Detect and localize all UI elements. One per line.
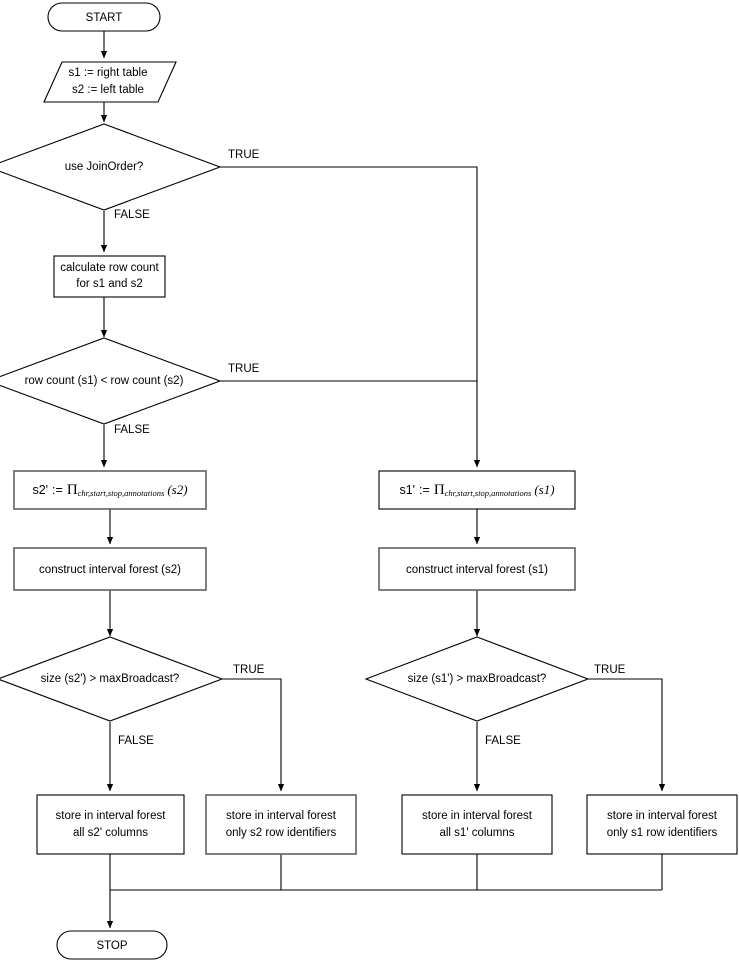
project-s2-lhs: s2' xyxy=(32,483,48,497)
store-s2-all-shape xyxy=(36,794,185,855)
node-size-s2-check[interactable]: size (s2') > maxBroadcast? xyxy=(0,636,224,722)
project-s2-assign: := xyxy=(52,483,63,497)
store-s2-ids-line2: only s2 row identifiers xyxy=(226,827,337,839)
start-label: START xyxy=(86,12,123,24)
node-compare-row-count[interactable]: row count (s1) < row count (s2) xyxy=(0,337,222,425)
label-joinorder-false: FALSE xyxy=(114,209,150,221)
node-construct-forest-s1[interactable]: construct interval forest (s1) xyxy=(378,547,576,591)
store-s1-all-shape xyxy=(401,794,553,855)
size-s2-label: size (s2') > maxBroadcast? xyxy=(41,673,180,685)
store-s2-all-line1: store in interval forest xyxy=(56,810,167,822)
stop-label: STOP xyxy=(96,940,127,952)
construct-forest-s1-label: construct interval forest (s1) xyxy=(406,564,548,576)
store-s2-ids-line1: store in interval forest xyxy=(226,810,337,822)
label-size-s2-false: FALSE xyxy=(118,735,154,747)
construct-forest-s2-label: construct interval forest (s2) xyxy=(39,564,181,576)
use-join-order-label: use JoinOrder? xyxy=(65,161,144,173)
node-store-s1-all[interactable]: store in interval forest all s1' columns xyxy=(401,794,553,855)
node-stop[interactable]: STOP xyxy=(56,930,168,960)
node-init-assignment[interactable]: s1 := right table s2 := left table xyxy=(43,61,177,103)
store-s1-ids-shape xyxy=(586,794,738,855)
compare-row-count-label: row count (s1) < row count (s2) xyxy=(25,375,184,387)
project-s1-argument: (s1) xyxy=(534,482,554,497)
label-rowcount-false: FALSE xyxy=(114,424,150,436)
project-s1-assign: := xyxy=(419,483,430,497)
node-store-s2-ids[interactable]: store in interval forest only s2 row ide… xyxy=(205,794,357,855)
node-construct-forest-s2[interactable]: construct interval forest (s2) xyxy=(13,547,207,591)
node-project-s2[interactable]: s2' := Πchr,start,stop,annotations (s2) xyxy=(13,470,207,510)
edge-joinorder-true xyxy=(220,166,481,468)
label-size-s2-true: TRUE xyxy=(233,664,265,676)
project-s1-operator: Π xyxy=(434,482,445,498)
store-s2-ids-shape xyxy=(205,794,357,855)
init-line1: s1 := right table xyxy=(69,67,148,79)
label-rowcount-true: TRUE xyxy=(228,363,260,375)
node-project-s1[interactable]: s1' := Πchr,start,stop,annotations (s1) xyxy=(378,470,576,510)
edge-size-s2-true xyxy=(222,678,285,792)
project-s1-subscript: chr,start,stop,annotations xyxy=(445,488,532,498)
flowchart-svg: START s1 := right table s2 := left table… xyxy=(0,2,738,960)
label-size-s1-true: TRUE xyxy=(594,664,626,676)
store-s1-all-line1: store in interval forest xyxy=(422,810,533,822)
project-s2-argument: (s2) xyxy=(167,482,187,497)
label-joinorder-true: TRUE xyxy=(228,149,260,161)
store-s1-ids-line2: only s1 row identifiers xyxy=(607,827,718,839)
node-store-s2-all[interactable]: store in interval forest all s2' columns xyxy=(36,794,185,855)
project-s2-operator: Π xyxy=(67,482,78,498)
store-s2-all-line2: all s2' columns xyxy=(73,827,148,839)
node-use-join-order[interactable]: use JoinOrder? xyxy=(0,123,222,211)
store-s1-ids-line1: store in interval forest xyxy=(607,810,718,822)
init-line2: s2 := left table xyxy=(72,84,144,96)
node-store-s1-ids[interactable]: store in interval forest only s1 row ide… xyxy=(586,794,738,855)
label-size-s1-false: FALSE xyxy=(485,735,521,747)
node-start[interactable]: START xyxy=(47,2,161,32)
flowchart-canvas: START s1 := right table s2 := left table… xyxy=(0,0,739,961)
project-s1-lhs: s1' xyxy=(399,483,415,497)
node-size-s1-check[interactable]: size (s1') > maxBroadcast? xyxy=(364,636,590,722)
edge-size-s1-true xyxy=(588,678,666,792)
store-s1-all-line2: all s1' columns xyxy=(439,827,514,839)
calculate-row-count-line1: calculate row count xyxy=(60,262,159,274)
node-calculate-row-count[interactable]: calculate row count for s1 and s2 xyxy=(53,255,166,298)
size-s1-label: size (s1') > maxBroadcast? xyxy=(408,673,547,685)
calculate-row-count-line2: for s1 and s2 xyxy=(76,278,142,290)
project-s2-subscript: chr,start,stop,annotations xyxy=(78,488,165,498)
